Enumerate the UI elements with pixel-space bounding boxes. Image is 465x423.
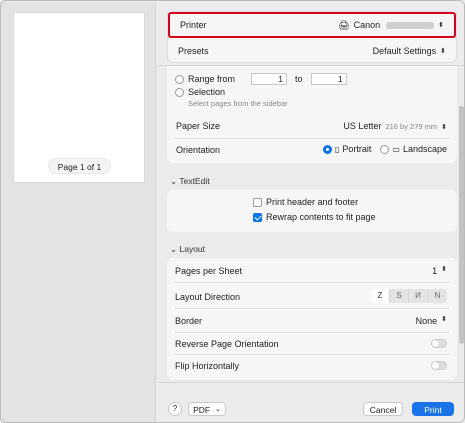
rewrap-row: Rewrap contents to fit page [253,212,376,222]
landscape-label: Landscape [402,144,447,154]
chevron-updown-icon: ⬍ [440,47,446,55]
range-from-field[interactable]: 1 [251,73,288,85]
divider [175,354,449,355]
divider [175,308,449,309]
print-button[interactable]: Print [412,402,454,416]
rewrap-checkbox[interactable] [253,212,262,222]
pages-per-sheet-select[interactable]: 1 ⬍ [432,266,447,276]
chevron-down-icon: ⌄ [215,406,221,413]
layout-section-header[interactable]: ⌄ Layout [170,244,205,255]
chevron-updown-icon: ⬍ [438,21,444,29]
direction-n-icon[interactable]: N [428,289,447,303]
settings-scroll-area[interactable]: Range from 1 to 1 Selection Select pages… [157,65,464,381]
print-dialog: Page 1 of 1 Printer 🖨 Canon ⬍ Presets De… [0,0,465,423]
settings-pane: Printer 🖨 Canon ⬍ Presets Default Settin… [157,2,464,422]
page-settings-group: Range from 1 to 1 Selection Select pages… [167,66,457,163]
chevron-down-icon: ⌄ [170,244,178,254]
chevron-updown-icon: ⬍ [441,316,447,323]
orientation-label: Orientation [176,145,221,155]
divider [175,138,449,139]
paper-size-label: Paper Size [176,121,221,131]
layout-direction-label: Layout Direction [175,292,241,302]
print-header-label: Print header and footer [266,197,359,207]
landscape-icon: ▭ [392,144,400,154]
print-header-row: Print header and footer [253,197,358,207]
flip-horizontally-label: Flip Horizontally [175,361,240,371]
chevron-updown-icon: ⬍ [441,266,447,273]
paper-size-select[interactable]: US Letter 216 by 279 mm ⬍ [343,121,447,131]
range-radio[interactable] [175,74,184,84]
presets-select[interactable]: Default Settings ⬍ [373,46,446,56]
pdf-menu-button[interactable]: PDF ⌄ [188,402,226,416]
printer-row[interactable]: Printer 🖨 Canon ⬍ [168,12,456,38]
flip-horizontally-toggle[interactable] [431,361,447,370]
divider [175,332,449,333]
chevron-down-icon: ⌄ [170,176,178,186]
direction-z-icon[interactable]: Z [371,289,390,303]
chevron-updown-icon: ⬍ [441,124,447,131]
printer-icon: 🖨 [338,19,350,30]
printer-value: Canon [353,20,381,30]
page-indicator: Page 1 of 1 [48,158,111,174]
reverse-orientation-toggle[interactable] [431,339,447,348]
printer-model-redacted [386,21,435,29]
paper-size-dims: 216 by 279 mm [385,122,438,131]
border-label: Border [175,316,203,326]
help-button[interactable]: ? [168,402,182,416]
selection-row: Selection [175,87,225,97]
cancel-button[interactable]: Cancel [363,402,403,416]
preview-pane: Page 1 of 1 [2,2,156,422]
range-row: Range from 1 to 1 [175,73,347,85]
presets-row[interactable]: Presets Default Settings ⬍ [168,38,456,64]
rewrap-label: Rewrap contents to fit page [266,212,376,222]
pages-per-sheet-value: 1 [432,266,438,276]
layout-title: Layout [179,244,206,254]
border-select[interactable]: None ⬍ [416,316,447,326]
range-to-field[interactable]: 1 [310,73,347,85]
direction-n-reverse-icon[interactable]: И [409,289,428,303]
dialog-footer: ? PDF ⌄ Cancel Print [157,382,464,422]
divider [175,282,449,283]
textedit-section-header[interactable]: ⌄ TextEdit [170,176,210,187]
textedit-title: TextEdit [179,176,210,186]
selection-label: Selection [188,87,226,97]
orientation-options: ▯ Portrait ▭ Landscape [322,144,447,154]
paper-size-value: US Letter [343,121,382,131]
reverse-orientation-label: Reverse Page Orientation [175,339,279,349]
printer-group: Printer 🖨 Canon ⬍ Presets Default Settin… [167,11,457,63]
landscape-radio[interactable] [380,144,390,154]
layout-direction-segmented: Z S И N [371,289,447,303]
layout-group: Pages per Sheet 1 ⬍ Layout Direction Z S… [167,258,457,380]
selection-hint: Select pages from the sidebar [188,99,288,108]
printer-label: Printer [180,20,207,30]
portrait-icon: ▯ [334,144,340,154]
pages-per-sheet-label: Pages per Sheet [175,266,243,276]
range-to-label: to [295,74,303,84]
selection-radio[interactable] [175,87,184,97]
pdf-label: PDF [193,405,211,415]
textedit-group: Print header and footer Rewrap contents … [167,190,457,232]
presets-label: Presets [178,46,209,56]
printer-select[interactable]: 🖨 Canon ⬍ [338,20,444,31]
print-header-checkbox[interactable] [253,197,262,207]
direction-s-icon[interactable]: S [390,289,409,303]
scrollbar[interactable] [459,106,464,344]
portrait-radio[interactable] [322,144,332,154]
border-value: None [415,316,438,326]
portrait-label: Portrait [342,144,372,154]
range-label: Range from [188,74,236,84]
presets-value: Default Settings [372,46,437,56]
